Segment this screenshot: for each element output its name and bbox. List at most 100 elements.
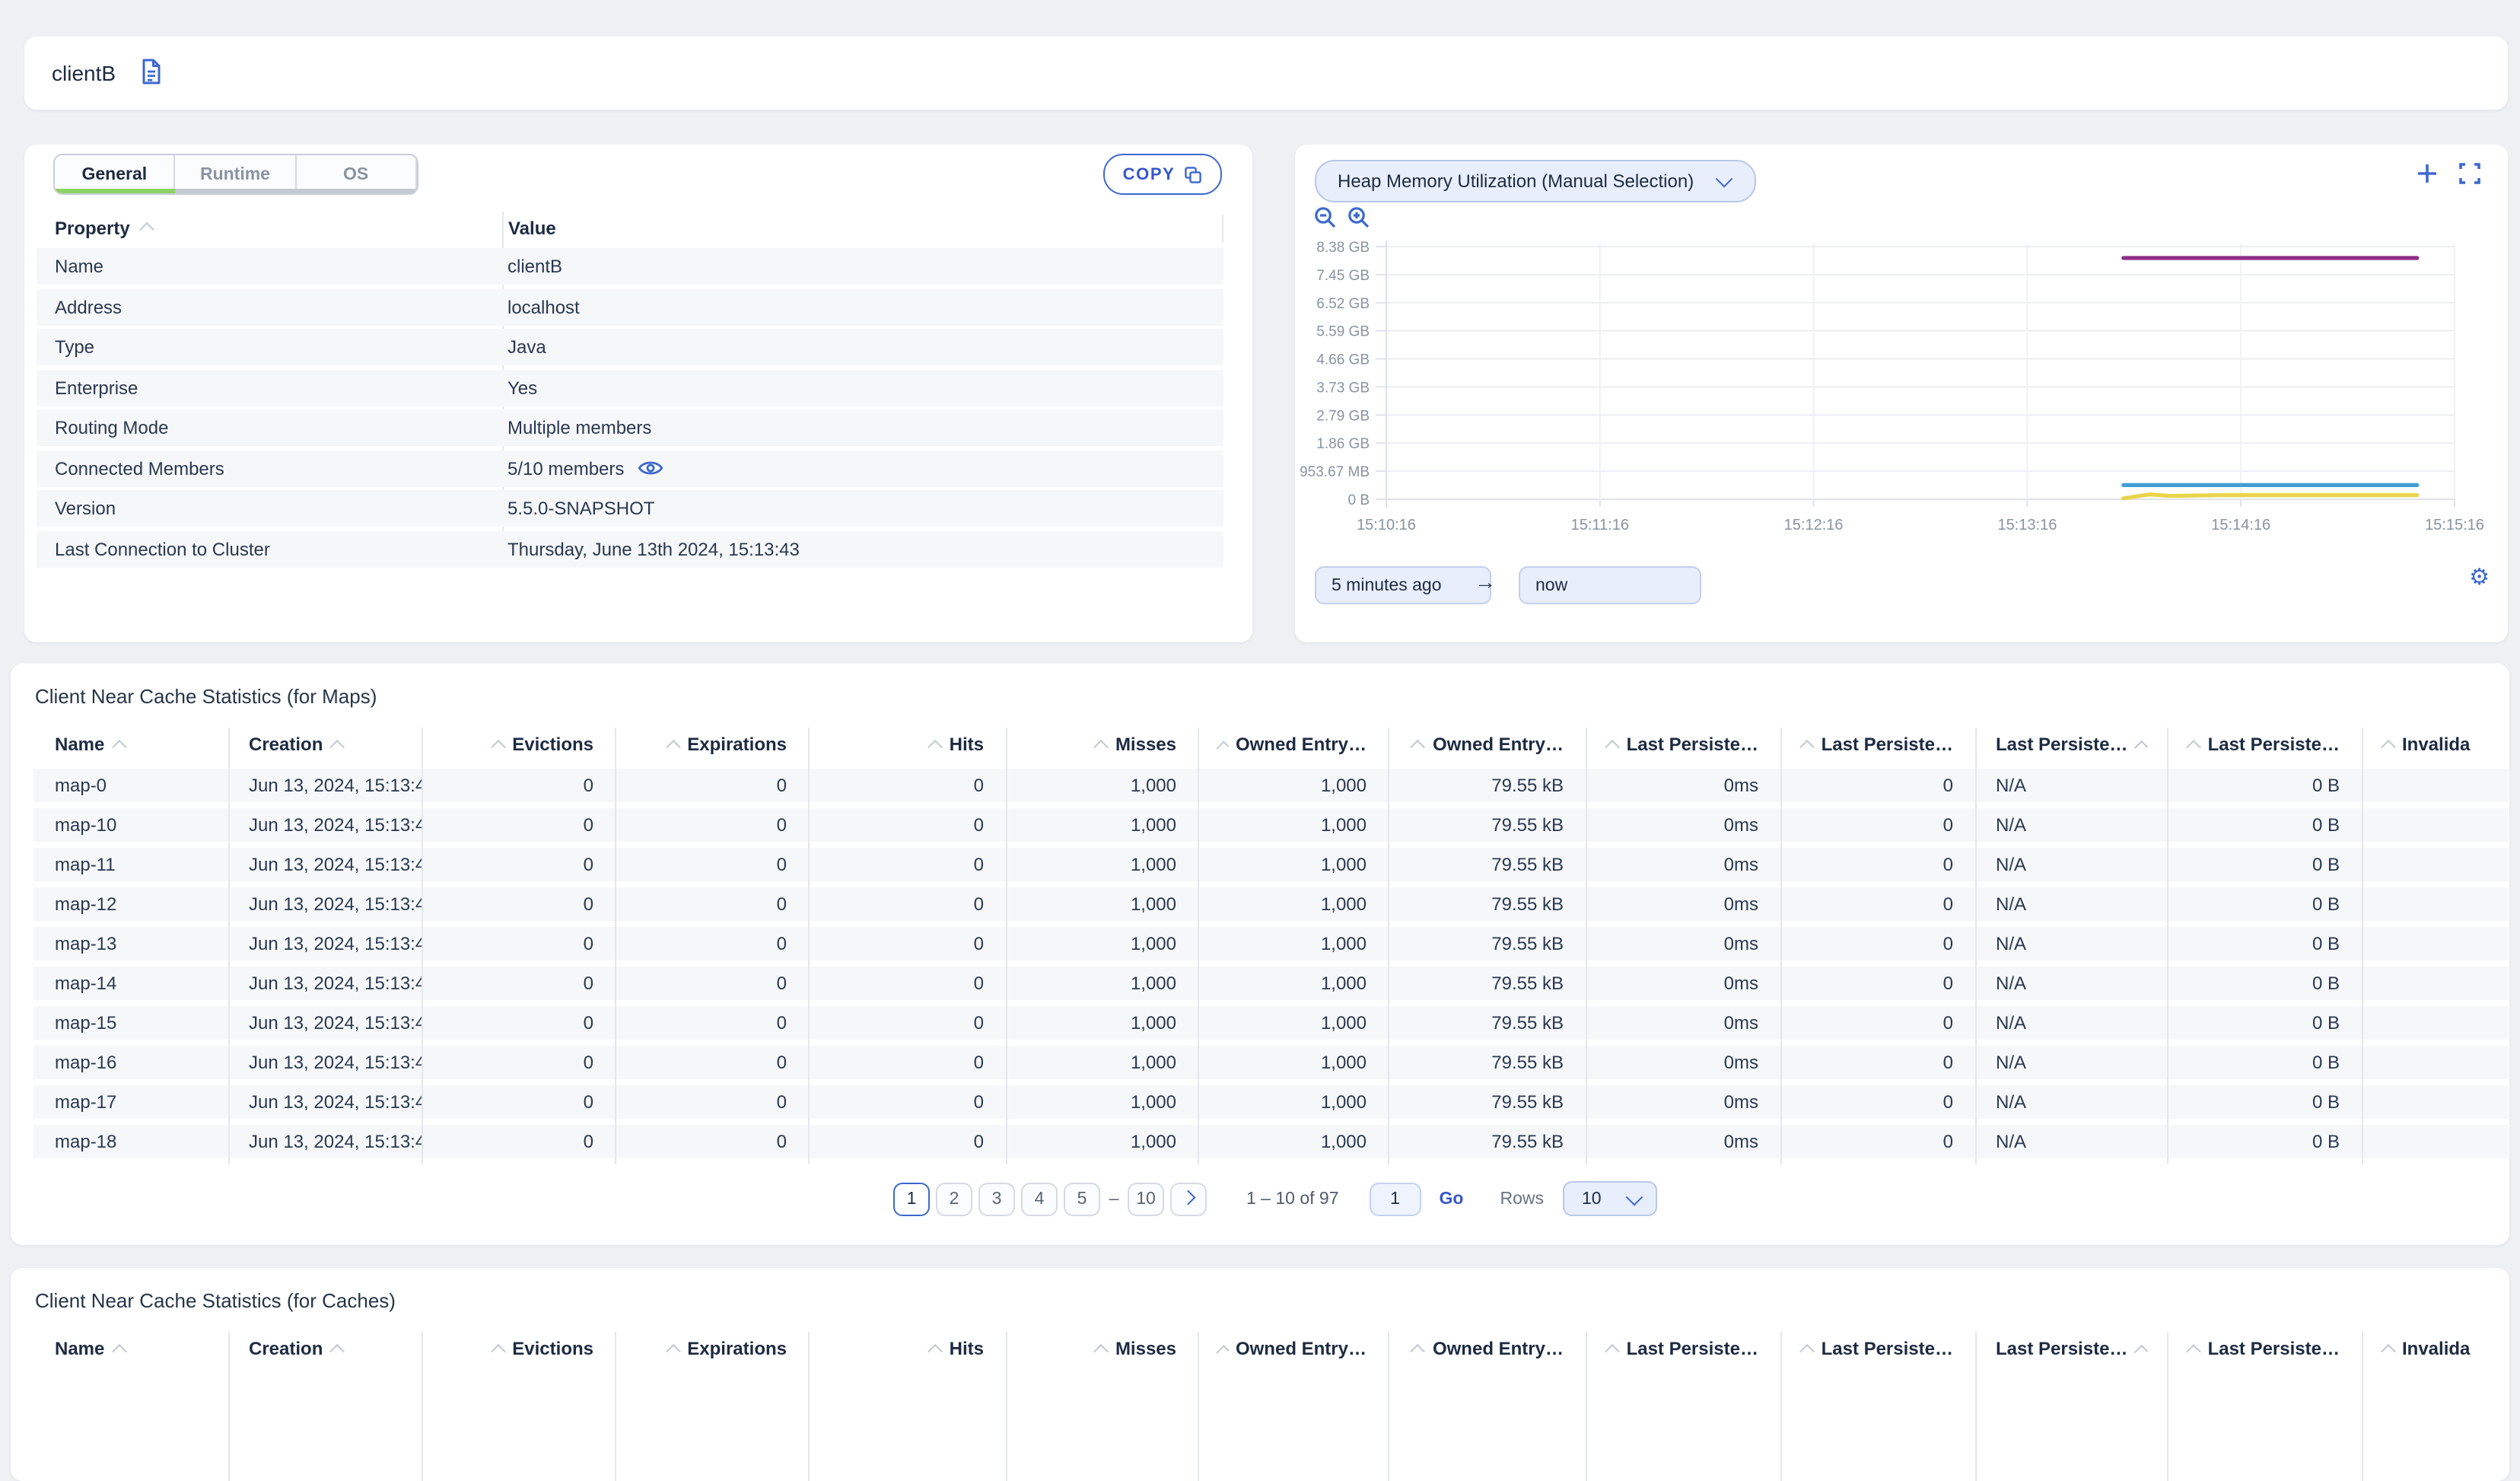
column-header[interactable]: Creation (228, 734, 422, 755)
column-header[interactable]: Creation (228, 1338, 422, 1359)
column-header[interactable]: Owned Entry… (1198, 1338, 1388, 1359)
table-row[interactable]: map-17 Jun 13, 2024, 15:13:45 0 0 0 1,000 1,00… (33, 1085, 2508, 1119)
settings-gear-icon[interactable]: ⚙ (2469, 566, 2490, 589)
pagination-summary: 1 – 10 of 97 (1246, 1190, 1339, 1208)
maps-table-body: map-0 Jun 13, 2024, 15:13:43 0 0 0 1,000 1,000… (33, 769, 2508, 1164)
time-to-input[interactable] (1519, 566, 1701, 604)
column-header[interactable]: Invalida (2361, 1338, 2508, 1359)
table-row[interactable]: map-15 Jun 13, 2024, 15:13:45 0 0 0 1,000 1,00… (33, 1006, 2508, 1040)
sort-caret-icon (111, 1342, 127, 1358)
column-header[interactable]: Name (33, 1338, 228, 1359)
go-button[interactable]: Go (1440, 1190, 1464, 1208)
eye-icon[interactable] (638, 458, 663, 478)
column-header-label: Evictions (512, 734, 593, 755)
column-divider (1388, 1332, 1389, 1481)
sort-caret-icon (1093, 738, 1109, 754)
column-header[interactable]: Last Persiste… (1780, 734, 1974, 755)
svg-text:15:12:16: 15:12:16 (1784, 517, 1844, 533)
table-cell: map-0 (55, 775, 107, 796)
metric-select[interactable]: Heap Memory Utilization (Manual Selectio… (1315, 160, 1756, 202)
table-cell: 0 B (2312, 775, 2340, 796)
table-cell: 1,000 (1130, 854, 1176, 875)
table-row[interactable]: map-11 Jun 13, 2024, 15:13:44 0 0 0 1,000 1,00… (33, 848, 2508, 881)
column-header[interactable]: Last Persiste… (1974, 1338, 2167, 1359)
table-cell: 1,000 (1320, 775, 1367, 796)
svg-text:7.45 GB: 7.45 GB (1316, 268, 1370, 284)
table-cell: Jun 13, 2024, 15:13:45 (249, 1052, 422, 1073)
property-row: Type Java (37, 329, 1223, 365)
column-header[interactable]: Misses (1005, 1338, 1198, 1359)
page-button-last[interactable]: 10 (1128, 1182, 1164, 1215)
table-cell: 0ms (1723, 893, 1758, 915)
column-header[interactable]: Owned Entry… (1388, 734, 1585, 755)
copy-icon (1185, 166, 1202, 183)
sort-caret-icon (927, 1342, 943, 1358)
column-header[interactable]: Evictions (422, 734, 615, 755)
table-cell: 0 (583, 1012, 593, 1034)
chevron-down-icon (1624, 1187, 1643, 1206)
column-header[interactable]: Name (33, 734, 228, 755)
page-button[interactable]: 3 (978, 1182, 1015, 1215)
table-row[interactable]: map-10 Jun 13, 2024, 15:13:44 0 0 0 1,000 1,00… (33, 808, 2508, 842)
zoom-out-icon[interactable] (1313, 205, 1338, 230)
column-header[interactable]: Last Persiste… (2167, 734, 2361, 755)
column-header[interactable]: Expirations (615, 734, 808, 755)
zoom-in-icon[interactable] (1347, 205, 1371, 230)
copy-button[interactable]: COPY (1103, 154, 1222, 195)
next-page-button[interactable] (1170, 1182, 1207, 1215)
page-button[interactable]: 2 (936, 1182, 972, 1215)
table-cell: 0 (1943, 973, 1953, 994)
table-row[interactable]: map-14 Jun 13, 2024, 15:13:45 0 0 0 1,000 1,00… (33, 967, 2508, 1000)
column-header[interactable]: Expirations (615, 1338, 808, 1359)
fullscreen-icon[interactable] (2459, 163, 2480, 184)
table-row[interactable]: map-16 Jun 13, 2024, 15:13:45 0 0 0 1,000 1,00… (33, 1046, 2508, 1079)
section-title-caches: Client Near Cache Statistics (for Caches… (35, 1289, 396, 1312)
table-row[interactable]: map-18 Jun 13, 2024, 15:13:45 0 0 0 1,000 1,00… (33, 1125, 2508, 1158)
column-divider (422, 1332, 423, 1481)
column-header[interactable]: Hits (808, 734, 1005, 755)
column-header-label: Misses (1115, 734, 1176, 755)
column-header[interactable]: Last Persiste… (1585, 734, 1780, 755)
page-button[interactable]: 1 (893, 1182, 930, 1215)
sort-caret-icon (2186, 1343, 2201, 1358)
table-row[interactable]: map-0 Jun 13, 2024, 15:13:43 0 0 0 1,000 1,000… (33, 769, 2508, 802)
rows-per-page-label: Rows (1500, 1190, 1544, 1208)
column-header[interactable]: Misses (1005, 734, 1198, 755)
sort-caret-icon (2380, 738, 2395, 754)
table-cell: N/A (1996, 854, 2027, 875)
column-header[interactable]: Last Persiste… (1974, 734, 2167, 755)
table-cell: 0 (776, 854, 787, 875)
column-header[interactable]: Last Persiste… (1780, 1338, 1974, 1359)
property-value: Thursday, June 13th 2024, 15:13:43 (508, 538, 800, 559)
column-header[interactable]: Last Persiste… (2167, 1338, 2361, 1359)
table-row[interactable]: map-12 Jun 13, 2024, 15:13:45 0 0 0 1,000 1,00… (33, 887, 2508, 921)
client-detail-page: clientB General Runtime OS COPY Property (0, 0, 2520, 1481)
table-cell: 0 (583, 1131, 593, 1152)
table-row[interactable]: map-13 Jun 13, 2024, 15:13:45 0 0 0 1,000 1,00… (33, 927, 2508, 960)
page-size-select[interactable]: 10 (1562, 1181, 1656, 1216)
table-cell: 1,000 (1130, 814, 1176, 836)
column-header[interactable]: Evictions (422, 1338, 615, 1359)
column-header[interactable]: Hits (808, 1338, 1005, 1359)
column-header[interactable]: Owned Entry… (1198, 734, 1388, 755)
document-icon[interactable] (140, 58, 163, 85)
property-row: Routing Mode Multiple members (37, 409, 1223, 446)
column-header[interactable]: Invalida (2361, 734, 2508, 755)
page-jump-input[interactable] (1369, 1182, 1421, 1215)
table-cell: Jun 13, 2024, 15:13:45 (249, 893, 422, 915)
column-header-label: Last Persiste… (1996, 734, 2128, 755)
page-button[interactable]: 5 (1064, 1182, 1100, 1215)
sort-caret-icon (1604, 1342, 1620, 1358)
tab-general-label: General (81, 165, 148, 183)
sort-caret-icon (111, 738, 127, 754)
column-header[interactable]: Last Persiste… (1585, 1338, 1780, 1359)
table-cell: 0 B (2312, 1012, 2340, 1034)
property-label: Last Connection to Cluster (55, 538, 270, 559)
table-cell: 0 (973, 1052, 984, 1073)
column-header-property[interactable]: Property (55, 212, 155, 244)
add-chart-icon[interactable] (2417, 163, 2438, 184)
column-header-label: Last Persiste… (2207, 734, 2340, 755)
column-header[interactable]: Owned Entry… (1388, 1338, 1585, 1359)
page-button[interactable]: 4 (1021, 1182, 1058, 1215)
time-from-input[interactable] (1315, 566, 1491, 604)
